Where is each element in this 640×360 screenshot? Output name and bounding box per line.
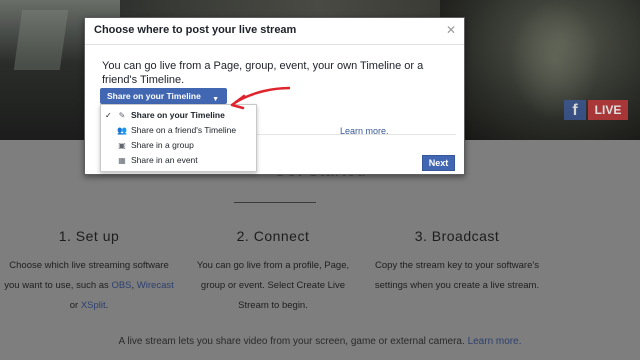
step-setup-sep2: or [69,300,81,311]
facebook-icon: f [564,100,586,120]
step-setup-title: 1. Set up [58,228,120,244]
friends-icon: 👥 [117,126,127,135]
step-broadcast-title: 3. Broadcast [414,228,500,244]
dialog-description: You can go live from a Page, group, even… [102,60,424,86]
dialog-title: Choose where to post your live stream [94,24,297,36]
step-connect-title: 2. Connect [236,228,310,244]
wirecast-link[interactable]: Wirecast [137,280,174,291]
menu-item-event[interactable]: ▦ Share in an event [101,153,256,168]
timeline-icon: ✎ [118,111,126,120]
checkmark-icon: ✓ [105,111,112,120]
menu-item-group[interactable]: ▣ Share in a group [101,138,256,153]
menu-item-label: Share in an event [131,155,198,165]
step-setup-end: . [105,300,109,311]
xsplit-link[interactable]: XSplit [81,300,106,311]
step-setup-text: Choose which live streaming software you… [4,256,174,316]
dialog-header: Choose where to post your live stream ✕ [85,18,464,45]
page-footer: A live stream lets you share video from … [0,336,640,347]
group-icon: ▣ [118,141,126,150]
menu-item-friend-timeline[interactable]: 👥 Share on a friend's Timeline [101,123,256,138]
footer-learn-more-link[interactable]: Learn more. [468,336,522,347]
share-destination-select[interactable]: Share on your Timeline ▼ [100,88,227,104]
annotation-arrow [230,86,291,110]
menu-item-label: Share on a friend's Timeline [131,125,237,135]
step-connect-text: You can go live from a profile, Page, gr… [196,260,350,311]
footer-text: A live stream lets you share video from … [118,336,465,347]
share-destination-menu: ✓ ✎ Share on your Timeline 👥 Share on a fr… [100,104,257,172]
share-select-value: Share on your Timeline [107,91,201,101]
menu-item-timeline[interactable]: ✓ ✎ Share on your Timeline [101,108,256,123]
menu-item-label: Share on your Timeline [131,110,225,120]
close-icon[interactable]: ✕ [446,23,456,37]
section-divider [234,202,316,203]
step-broadcast-text: Copy the stream key to your software's s… [374,260,540,291]
obs-link[interactable]: OBS [111,280,131,291]
live-badge: f LIVE [564,100,628,120]
live-label: LIVE [588,100,628,120]
next-button[interactable]: Next [422,155,455,171]
menu-item-label: Share in a group [131,140,194,150]
event-icon: ▦ [118,156,126,165]
